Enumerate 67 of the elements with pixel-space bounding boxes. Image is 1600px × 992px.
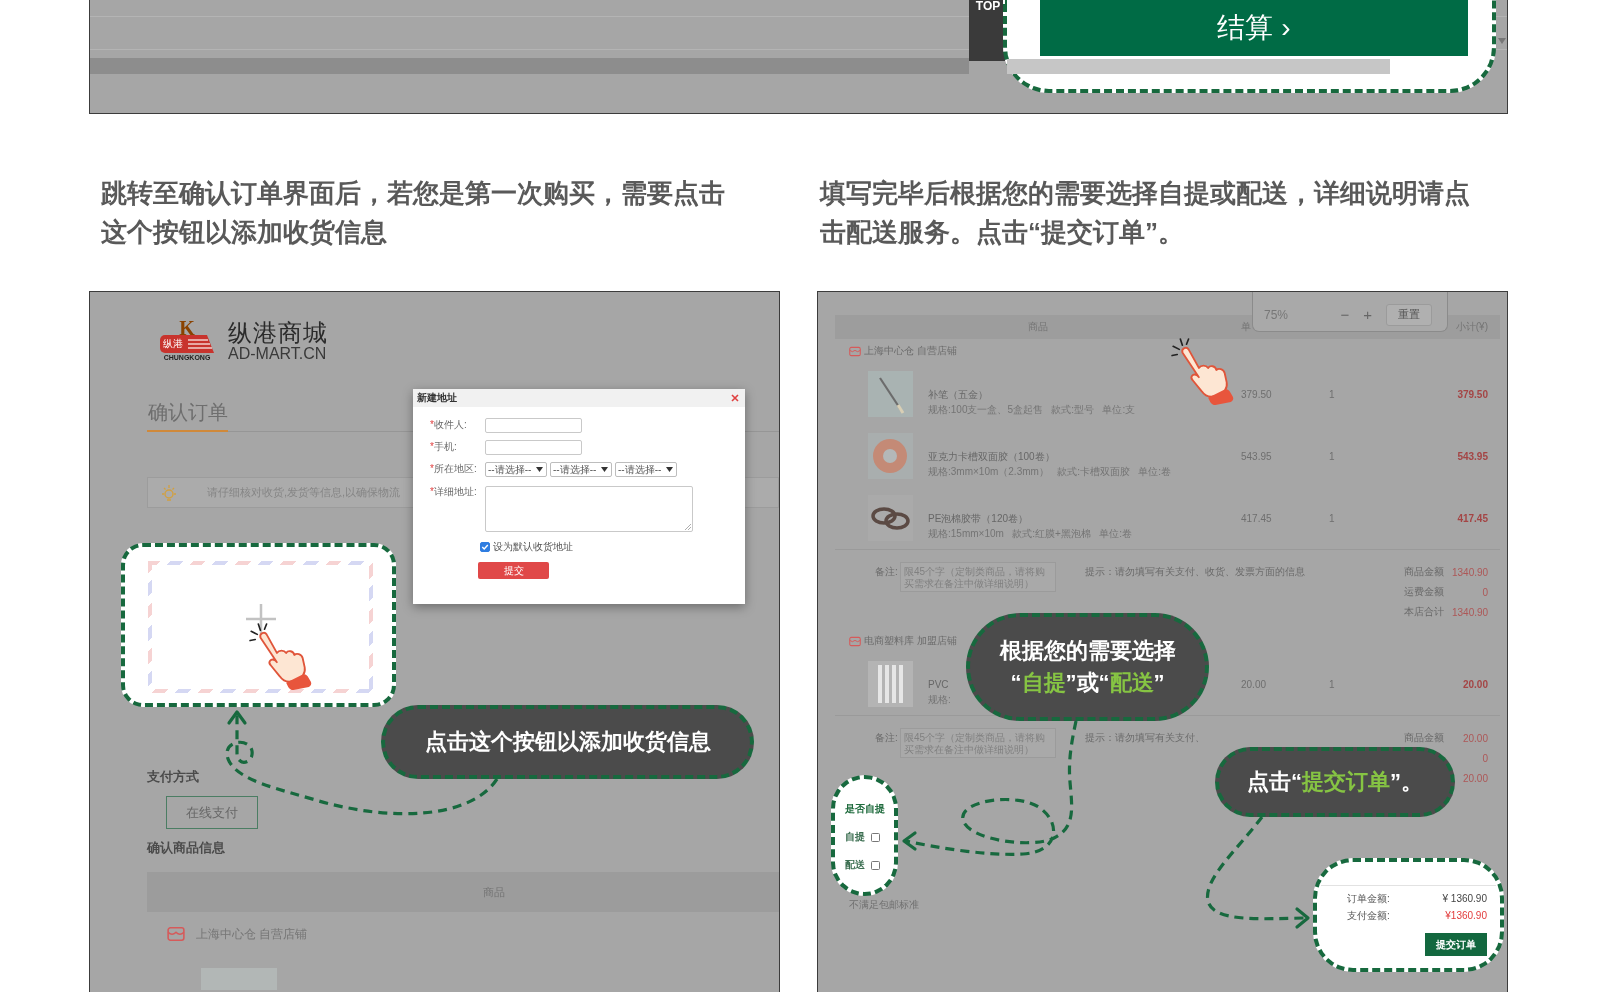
logo-name: 纵港商城 <box>228 320 328 345</box>
order-amount-value: ¥ 1360.90 <box>1442 893 1487 904</box>
store-icon <box>849 345 861 357</box>
store-icon <box>167 926 185 942</box>
resize-grip-icon[interactable] <box>685 524 691 530</box>
step-caption: 填写完毕后根据您的需要选择自提或配送，详细说明请点击配送服务。点击“提交订单”。 <box>818 177 1471 249</box>
caret-icon <box>601 466 608 472</box>
callout-bubble: 点击这个按钮以添加收货信息 <box>381 705 754 779</box>
dialog-title: 新建地址 <box>417 392 457 404</box>
callout-bubble: 根据您的需要选择“自提”或“配送” <box>966 613 1209 721</box>
summary-value: 20.00 <box>1461 732 1488 744</box>
section-heading: 支付方式 <box>147 768 199 786</box>
subtotal: 417.45 <box>1456 512 1488 524</box>
order-amount-label: 订单金额: <box>1347 891 1390 906</box>
submit-order-button[interactable]: 提交订单 <box>1425 933 1487 956</box>
delivery-option-label: 配送 <box>845 859 865 871</box>
field-label: *手机: <box>430 441 458 453</box>
logo-letter: K <box>179 320 195 335</box>
input-field[interactable] <box>485 417 582 433</box>
checkbox[interactable] <box>871 832 880 842</box>
scroll-down-arrow-icon[interactable] <box>1498 38 1506 44</box>
close-icon[interactable] <box>731 394 739 402</box>
store-icon <box>849 635 861 647</box>
subtotal: 379.50 <box>1456 388 1488 400</box>
delivery-heading: 是否自提 <box>845 803 885 815</box>
checkbox[interactable] <box>480 542 490 552</box>
region-select[interactable]: --请选择-- <box>615 461 677 477</box>
summary-value: 1340.90 <box>1452 566 1488 578</box>
back-to-top-button[interactable]: TOP <box>969 0 1007 61</box>
order-amount-label: 支付金额: <box>1347 908 1390 923</box>
product-photo <box>868 433 913 479</box>
subtotal: 543.95 <box>1456 450 1488 462</box>
summary-value: 0 <box>1481 586 1488 598</box>
hand-pointer-icon <box>1170 337 1236 405</box>
summary-value: 0 <box>1481 752 1488 764</box>
field-label: *所在地区: <box>430 463 478 475</box>
caret-icon <box>666 466 673 472</box>
logo-badge: 纵港 <box>160 334 186 353</box>
caret-icon <box>536 466 543 472</box>
submit-button[interactable]: 提交 <box>478 562 549 579</box>
callout-bubble: 点击“提交订单”。 <box>1215 747 1455 817</box>
lightbulb-icon <box>160 483 178 502</box>
reset-button[interactable]: 重置 <box>1386 303 1432 326</box>
checkbox[interactable] <box>871 860 880 870</box>
delivery-option-label: 自提 <box>845 831 865 843</box>
scrollbar-thumb[interactable] <box>1007 59 1390 74</box>
region-select[interactable]: --请选择-- <box>485 461 547 477</box>
section-heading: 确认商品信息 <box>147 839 225 857</box>
region-select[interactable]: --请选择-- <box>550 461 612 477</box>
step-caption: 跳转至确认订单界面后，若您是第一次购买，需要点击这个按钮以添加收货信息 <box>100 177 726 249</box>
address-textarea[interactable] <box>485 486 693 532</box>
order-amount-value: ¥1360.90 <box>1445 910 1487 921</box>
product-photo <box>868 371 913 417</box>
plus-icon <box>245 604 276 634</box>
field-label: *详细地址: <box>430 486 478 498</box>
subtotal: 20.00 <box>1461 678 1488 690</box>
field-label: *收件人: <box>430 419 468 431</box>
checkbox-label: 设为默认收货地址 <box>493 541 573 553</box>
input-field[interactable] <box>485 439 582 455</box>
product-photo <box>868 661 913 707</box>
logo-domain: AD-MART.CN <box>228 345 328 362</box>
hand-pointer-icon <box>248 622 314 690</box>
checkout-button[interactable]: 结算 › <box>1040 0 1468 56</box>
summary-value: 20.00 <box>1461 772 1488 784</box>
product-name: PVC <box>928 677 949 692</box>
logo-stripes-icon <box>186 334 214 353</box>
summary-value: 1340.90 <box>1452 606 1488 618</box>
